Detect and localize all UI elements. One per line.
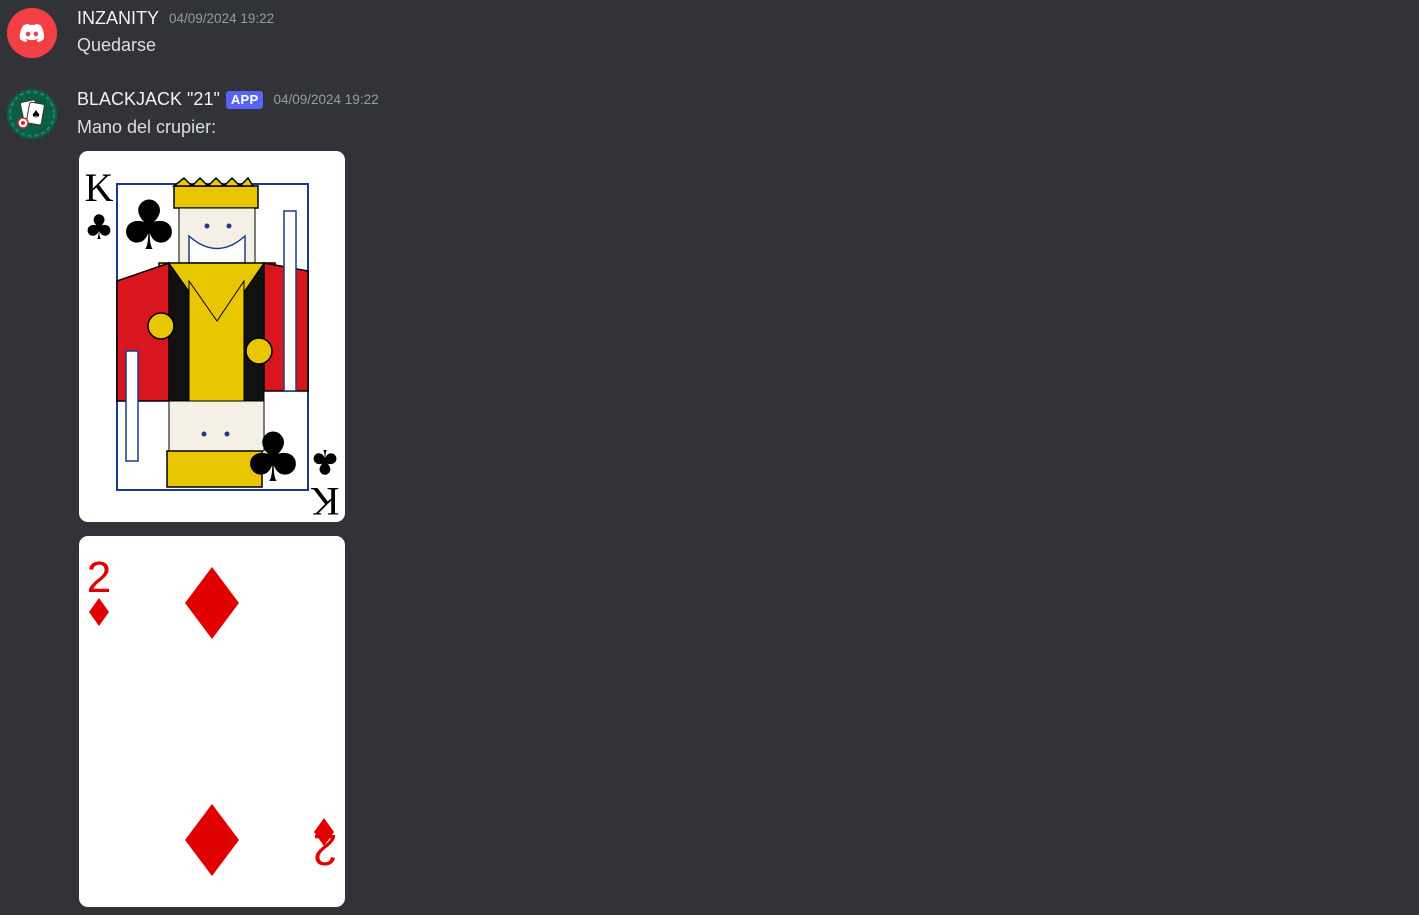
card-image-two-of-diamonds[interactable]: 2 2	[79, 536, 345, 907]
svg-text:♠: ♠	[31, 108, 41, 121]
message-header: INZANITY 04/09/2024 19:22	[77, 8, 274, 29]
discord-logo-icon	[7, 8, 57, 58]
svg-text:♣: ♣	[84, 208, 114, 248]
message-header: BLACKJACK "21" APP 04/09/2024 19:22	[77, 89, 379, 110]
svg-text:♣: ♣	[119, 187, 180, 266]
svg-text:K: K	[85, 165, 114, 210]
svg-text:♣: ♣	[243, 419, 304, 498]
timestamp[interactable]: 04/09/2024 19:22	[273, 92, 378, 107]
message-content: Quedarse	[77, 35, 157, 55]
message-content: Mano del crupier:	[77, 117, 217, 137]
card-image-king-of-clubs[interactable]: K ♣ K ♣ ♣ ♣	[79, 151, 345, 522]
blackjack-cards-icon: ♠	[7, 89, 57, 139]
svg-text:2: 2	[87, 553, 111, 602]
avatar[interactable]: ♠	[7, 89, 57, 139]
svg-text:♣: ♣	[310, 441, 340, 481]
username[interactable]: BLACKJACK "21"	[77, 89, 220, 110]
two-of-diamonds-card: 2 2	[87, 553, 337, 876]
svg-text:K: K	[310, 479, 339, 522]
king-of-clubs-card: K ♣ K ♣ ♣ ♣	[84, 165, 340, 522]
app-badge: APP	[225, 90, 264, 109]
avatar[interactable]	[7, 8, 57, 58]
timestamp[interactable]: 04/09/2024 19:22	[169, 11, 274, 26]
username[interactable]: INZANITY	[77, 8, 159, 29]
